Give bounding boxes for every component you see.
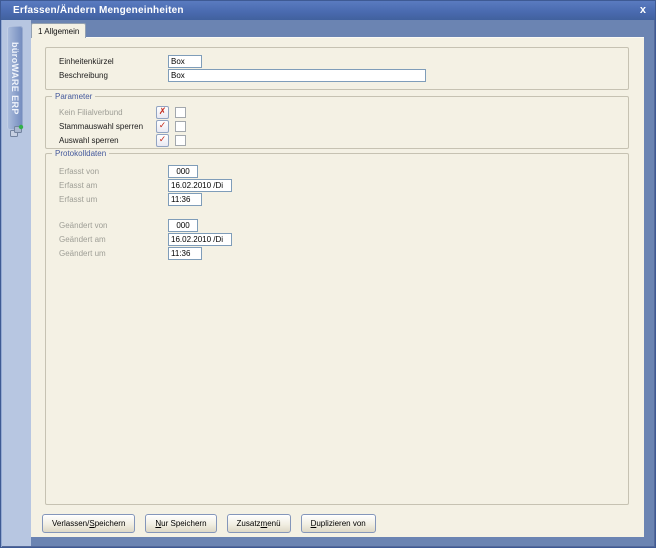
erfasst-von-input[interactable] bbox=[168, 165, 198, 178]
nur-speichern-button[interactable]: Nur Speichern bbox=[145, 514, 216, 533]
form-row: Erfasst von bbox=[59, 164, 628, 178]
sidebar-module-icon[interactable] bbox=[9, 124, 24, 139]
erfasst-von-label: Erfasst von bbox=[59, 167, 168, 176]
dialog-window: Erfassen/Ändern Mengeneinheiten x büroWA… bbox=[0, 0, 656, 548]
tab-allgemein[interactable]: 1 Allgemein bbox=[31, 23, 86, 38]
content-panel: Einheitenkürzel Beschreibung Parameter Ke… bbox=[31, 37, 644, 537]
sidebar: büroWARE ERP bbox=[2, 20, 31, 546]
verlassen-speichern-button[interactable]: Verlassen/Speichern bbox=[42, 514, 135, 533]
form-row: Erfasst am bbox=[59, 178, 628, 192]
general-rows: Einheitenkürzel Beschreibung bbox=[46, 54, 628, 82]
erfasst-am-label: Erfasst am bbox=[59, 181, 168, 190]
brand-vertical-text: büroWARE ERP bbox=[10, 42, 20, 115]
tab-label: 1 Allgemein bbox=[38, 27, 79, 36]
general-fieldset: Einheitenkürzel Beschreibung bbox=[45, 47, 629, 90]
erfasst-um-label: Erfasst um bbox=[59, 195, 168, 204]
check-mark-glyph: ✓ bbox=[159, 122, 167, 131]
erfasst-um-input[interactable] bbox=[168, 193, 202, 206]
geandert-von-label: Geändert von bbox=[59, 221, 168, 230]
parameter-caption: Parameter bbox=[52, 92, 95, 101]
brand-strip: büroWARE ERP bbox=[7, 26, 23, 130]
button-label-part: Verlassen/ bbox=[52, 519, 89, 528]
parameter-row: Kein Filialverbund✗ bbox=[59, 105, 628, 119]
cross-mark-glyph: ✗ bbox=[159, 108, 167, 117]
protokoll-caption: Protokolldaten bbox=[52, 149, 109, 158]
geandert-am-input[interactable] bbox=[168, 233, 232, 246]
title-bar[interactable]: Erfassen/Ändern Mengeneinheiten x bbox=[1, 1, 655, 20]
check-state-icon[interactable]: ✓ bbox=[156, 120, 169, 133]
parameter-rows: Kein Filialverbund✗Stammauswahl sperren✓… bbox=[46, 105, 628, 147]
einheitenkurzel-label: Einheitenkürzel bbox=[59, 57, 168, 66]
protokoll-subgroup: Erfasst von Erfasst am Erfasst um bbox=[46, 164, 628, 206]
form-row: Geändert am bbox=[59, 232, 628, 246]
beschreibung-label: Beschreibung bbox=[59, 71, 168, 80]
geandert-am-label: Geändert am bbox=[59, 235, 168, 244]
form-row: Einheitenkürzel bbox=[59, 54, 628, 68]
window-title: Erfassen/Ändern Mengeneinheiten bbox=[13, 5, 184, 16]
protokoll-fieldset: Protokolldaten Erfasst vonErfasst amErfa… bbox=[45, 153, 629, 505]
kein-filialverbund-checkbox[interactable] bbox=[175, 107, 186, 118]
protokoll-subgroup: Geändert von Geändert am Geändert um bbox=[46, 218, 628, 260]
form-row: Geändert von bbox=[59, 218, 628, 232]
button-row: Verlassen/Speichern Nur Speichern Zusatzme… bbox=[42, 514, 376, 533]
stammauswahl-sperren-label: Stammauswahl sperren bbox=[59, 122, 156, 131]
parameter-row: Stammauswahl sperren✓ bbox=[59, 119, 628, 133]
cross-state-icon[interactable]: ✗ bbox=[156, 106, 169, 119]
zusatzmenu-button[interactable]: Zusatzmenü bbox=[227, 514, 291, 533]
button-label-part: peichern bbox=[95, 519, 126, 528]
duplizieren-von-button[interactable]: Duplizieren von bbox=[301, 514, 376, 533]
auswahl-sperren-checkbox[interactable] bbox=[175, 135, 186, 146]
kein-filialverbund-label: Kein Filialverbund bbox=[59, 108, 156, 117]
beschreibung-input[interactable] bbox=[168, 69, 426, 82]
auswahl-sperren-label: Auswahl sperren bbox=[59, 136, 156, 145]
einheitenkurzel-input[interactable] bbox=[168, 55, 202, 68]
close-icon[interactable]: x bbox=[640, 5, 646, 16]
form-row: Geändert um bbox=[59, 246, 628, 260]
stammauswahl-sperren-checkbox[interactable] bbox=[175, 121, 186, 132]
geandert-um-label: Geändert um bbox=[59, 249, 168, 258]
button-label-part: uplizieren von bbox=[316, 519, 365, 528]
form-row: Erfasst um bbox=[59, 192, 628, 206]
parameter-fieldset: Parameter Kein Filialverbund✗Stammauswah… bbox=[45, 96, 629, 149]
geandert-von-input[interactable] bbox=[168, 219, 198, 232]
form-row: Beschreibung bbox=[59, 68, 628, 82]
button-label-part: Zusatz bbox=[237, 519, 261, 528]
button-label-part: ur Speichern bbox=[161, 519, 206, 528]
button-label-part: enü bbox=[267, 519, 280, 528]
protokoll-rows: Erfasst von Erfasst am Erfasst um Geändert … bbox=[46, 164, 628, 260]
parameter-row: Auswahl sperren✓ bbox=[59, 133, 628, 147]
check-mark-glyph: ✓ bbox=[159, 136, 167, 145]
erfasst-am-input[interactable] bbox=[168, 179, 232, 192]
geandert-um-input[interactable] bbox=[168, 247, 202, 260]
check-state-icon[interactable]: ✓ bbox=[156, 134, 169, 147]
